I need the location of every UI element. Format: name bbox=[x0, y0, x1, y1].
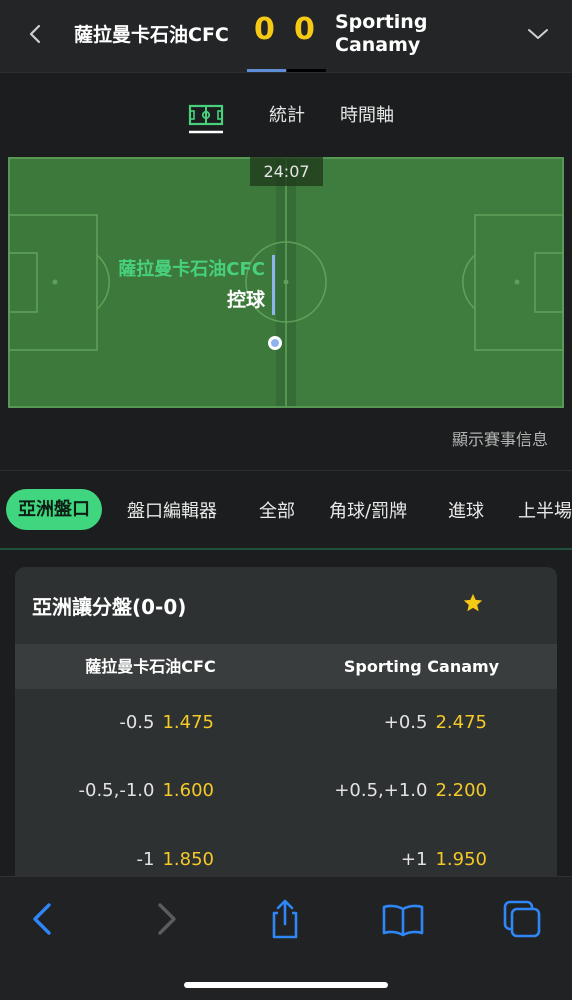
asian-handicap-card: 亞洲讓分盤(0-0) 薩拉曼卡石油CFC Sporting Canamy -0.… bbox=[15, 567, 557, 927]
handicap-line: +0.5 bbox=[383, 712, 428, 733]
show-match-info-link[interactable]: 顯示賽事信息 bbox=[452, 426, 548, 450]
possession-marker bbox=[272, 255, 275, 315]
home-score: 0 bbox=[254, 12, 275, 47]
odds-price: 1.850 bbox=[162, 849, 214, 870]
away-column-header: Sporting Canamy bbox=[343, 657, 500, 676]
bookmarks-icon[interactable] bbox=[381, 897, 425, 941]
pitch-icon[interactable] bbox=[188, 101, 224, 135]
handicap-line: -0.5 bbox=[119, 712, 155, 733]
tab-stats[interactable]: 統計 bbox=[269, 101, 305, 127]
tab-corners-cards[interactable]: 角球/罰牌 bbox=[329, 497, 407, 523]
match-header: 薩拉曼卡石油CFC 0 0 Sporting Canamy bbox=[0, 0, 572, 72]
home-column-header: 薩拉曼卡石油CFC bbox=[85, 657, 216, 676]
forward-arrow-icon[interactable] bbox=[144, 897, 188, 941]
home-indicator bbox=[184, 982, 388, 988]
handicap-line: -1 bbox=[136, 849, 155, 870]
back-arrow-icon[interactable] bbox=[21, 897, 65, 941]
tab-goals[interactable]: 進球 bbox=[448, 497, 484, 523]
match-clock: 24:07 bbox=[250, 157, 323, 186]
tabs-icon[interactable] bbox=[500, 897, 544, 941]
possession-team-name: 薩拉曼卡石油CFC bbox=[118, 259, 265, 280]
market-tabs: 亞洲盤口 盤口編輯器 全部 角球/罰牌 進球 上半場 bbox=[0, 471, 572, 549]
share-icon[interactable] bbox=[263, 897, 307, 941]
chevron-down-icon[interactable] bbox=[526, 22, 550, 46]
ball-icon bbox=[268, 336, 282, 350]
odds-row: -0.5 1.475 +0.5 2.475 bbox=[15, 689, 557, 757]
home-team-name: 薩拉曼卡石油CFC bbox=[74, 24, 229, 46]
odds-price: 2.200 bbox=[435, 780, 487, 801]
odds-price: 1.600 bbox=[162, 780, 214, 801]
handicap-line: +1 bbox=[400, 849, 428, 870]
view-tabs: 統計 時間軸 bbox=[0, 73, 572, 153]
chevron-left-icon[interactable] bbox=[22, 20, 50, 48]
tab-all[interactable]: 全部 bbox=[259, 497, 295, 523]
possession-label: 控球 bbox=[226, 289, 265, 311]
handicap-line: +0.5,+1.0 bbox=[334, 780, 428, 801]
odds-price: 1.475 bbox=[162, 712, 214, 733]
market-tabs-divider bbox=[0, 548, 572, 550]
card-title: 亞洲讓分盤(0-0) bbox=[32, 595, 187, 619]
home-odds-cell[interactable]: -0.5 1.475 bbox=[119, 689, 214, 757]
tab-asian-handicap[interactable]: 亞洲盤口 bbox=[6, 489, 102, 530]
tab-first-half[interactable]: 上半場 bbox=[518, 497, 572, 523]
odds-price: 1.950 bbox=[435, 849, 487, 870]
star-icon[interactable] bbox=[462, 592, 484, 614]
odds-price: 2.475 bbox=[435, 712, 487, 733]
odds-column-header: 薩拉曼卡石油CFC Sporting Canamy bbox=[15, 644, 557, 689]
away-odds-cell[interactable]: +0.5,+1.0 2.200 bbox=[334, 757, 487, 825]
away-score: 0 bbox=[294, 12, 315, 47]
handicap-line: -0.5,-1.0 bbox=[78, 780, 155, 801]
tab-timeline[interactable]: 時間軸 bbox=[340, 101, 394, 127]
pitch-field bbox=[8, 157, 564, 408]
away-team-name: Sporting Canamy bbox=[335, 11, 428, 56]
tab-bet-builder[interactable]: 盤口編輯器 bbox=[127, 497, 217, 523]
away-odds-cell[interactable]: +0.5 2.475 bbox=[384, 689, 487, 757]
home-odds-cell[interactable]: -0.5,-1.0 1.600 bbox=[79, 757, 215, 825]
odds-row: -0.5,-1.0 1.600 +0.5,+1.0 2.200 bbox=[15, 757, 557, 825]
